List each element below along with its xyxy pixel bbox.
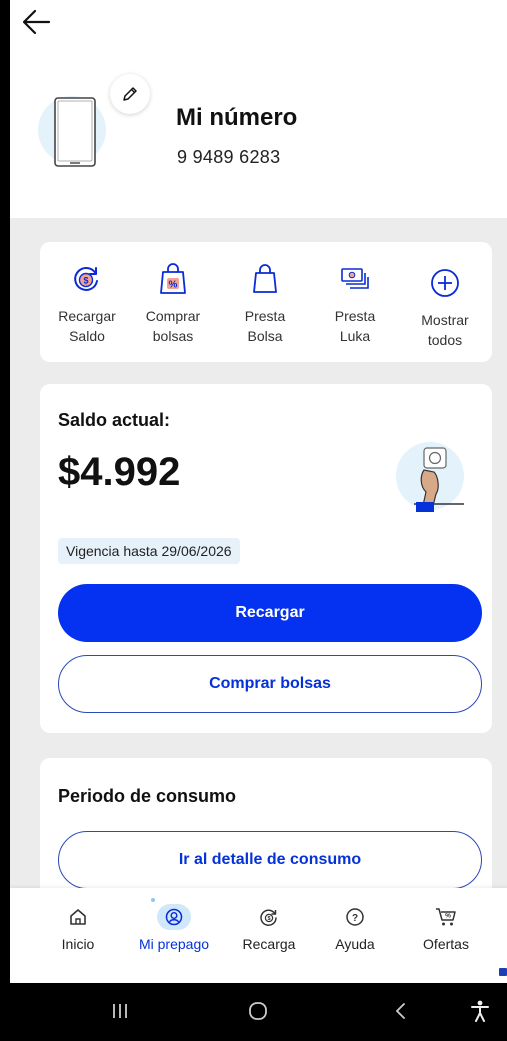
- home-circle-icon: [249, 1002, 267, 1020]
- action-label: Mostrar todos: [421, 312, 469, 348]
- system-navigation-bar: [0, 983, 507, 1041]
- quick-actions-card: $ Recargar Saldo % Comprar bolsas Presta…: [40, 242, 492, 362]
- recharge-button[interactable]: Recargar: [58, 584, 482, 642]
- help-icon: ?: [346, 908, 364, 926]
- header: Mi número 9 9489 6283: [10, 0, 507, 218]
- phone-icon: [54, 97, 96, 167]
- nav-label: Ayuda: [335, 936, 375, 952]
- svg-text:?: ?: [352, 913, 358, 924]
- balance-card: Saldo actual: $4.992 Vigencia hasta 29/0…: [40, 384, 492, 733]
- corner-badge: [499, 968, 507, 976]
- back-system-button[interactable]: [380, 991, 420, 1031]
- nav-item-recarga[interactable]: $ Recarga: [224, 902, 314, 952]
- svg-text:$: $: [267, 916, 270, 922]
- nav-item-ofertas[interactable]: % Ofertas: [401, 902, 491, 952]
- nav-label: Ofertas: [423, 936, 469, 952]
- nav-label: Recarga: [242, 936, 296, 952]
- action-presta-luka[interactable]: Presta Luka: [310, 262, 400, 346]
- recharge-icon: $: [260, 909, 277, 926]
- bottom-navigation: Inicio Mi prepago $ Recarga ? Ayuda % Of…: [10, 888, 507, 983]
- nav-label: Mi prepago: [138, 936, 210, 952]
- svg-text:%: %: [169, 280, 178, 291]
- active-indicator: [151, 898, 191, 930]
- edit-number-button[interactable]: [110, 74, 150, 114]
- prepaid-user-icon: [165, 908, 183, 926]
- action-label: Comprar bolsas: [145, 308, 201, 344]
- recent-apps-icon: [113, 1004, 127, 1018]
- nav-item-inicio[interactable]: Inicio: [33, 902, 123, 952]
- nav-label: Inicio: [61, 936, 95, 952]
- left-edge-bar: [0, 0, 10, 1041]
- action-presta-bolsa[interactable]: Presta Bolsa: [220, 262, 310, 346]
- recent-apps-button[interactable]: [100, 991, 140, 1031]
- hand-coin-illustration-icon: [396, 442, 464, 512]
- svg-text:%: %: [445, 913, 451, 920]
- offers-cart-icon: %: [436, 908, 456, 926]
- cash-stack-icon: [341, 268, 369, 289]
- phone-number: 9 9489 6283: [177, 147, 281, 167]
- nav-item-mi-prepago[interactable]: Mi prepago: [129, 898, 219, 952]
- pencil-icon: [123, 87, 137, 101]
- action-recargar-saldo[interactable]: $ Recargar Saldo: [42, 262, 132, 346]
- action-label: Presta Luka: [334, 308, 376, 344]
- app-screen: Mi número 9 9489 6283 $ Recargar Saldo %…: [10, 0, 507, 983]
- accessibility-icon: [471, 1000, 489, 1022]
- bag-icon: [253, 264, 277, 293]
- svg-text:$: $: [83, 276, 88, 286]
- nav-dot: [151, 898, 155, 902]
- action-label: Presta Bolsa: [244, 308, 286, 344]
- chevron-left-icon: [395, 1003, 405, 1019]
- plus-circle-icon: [431, 269, 459, 297]
- home-icon: [70, 909, 86, 925]
- back-button[interactable]: [18, 2, 54, 42]
- consumption-detail-button[interactable]: Ir al detalle de consumo: [58, 831, 482, 889]
- recharge-coin-icon: $: [74, 267, 98, 291]
- accessibility-button[interactable]: [460, 991, 500, 1031]
- consumption-title: Periodo de consumo: [58, 786, 237, 806]
- buy-bags-button[interactable]: Comprar bolsas: [58, 655, 482, 713]
- arrow-left-icon: [22, 9, 51, 35]
- nav-item-ayuda[interactable]: ? Ayuda: [310, 902, 400, 952]
- action-mostrar-todos[interactable]: Mostrar todos: [400, 266, 490, 350]
- shopping-bag-percent-icon: %: [160, 263, 186, 294]
- number-title: Mi número: [176, 104, 298, 131]
- home-button[interactable]: [238, 991, 278, 1031]
- validity-badge: Vigencia hasta 29/06/2026: [58, 538, 240, 564]
- balance-amount: $4.992: [58, 450, 181, 494]
- action-comprar-bolsas[interactable]: % Comprar bolsas: [128, 262, 218, 346]
- action-label: Recargar Saldo: [58, 308, 116, 344]
- balance-title: Saldo actual:: [58, 410, 171, 430]
